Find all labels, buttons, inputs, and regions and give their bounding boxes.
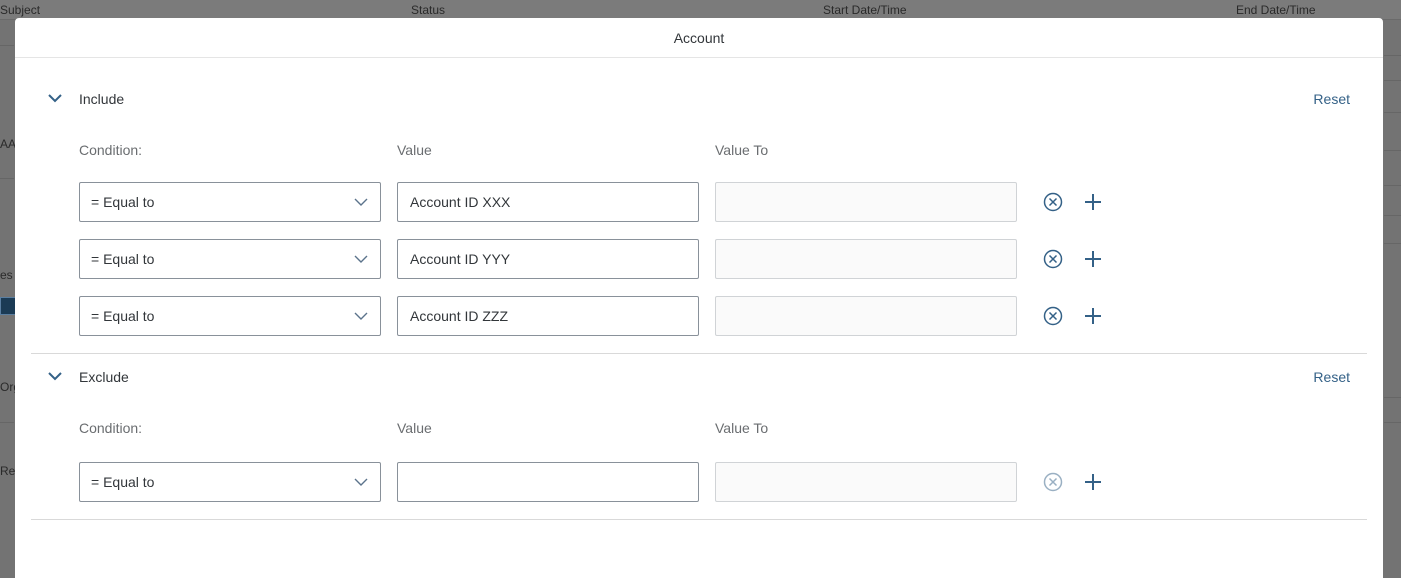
condition-select[interactable]: = Equal to <box>79 296 381 336</box>
value-input[interactable] <box>397 296 699 336</box>
include-header: Include Reset <box>31 76 1367 120</box>
bg-checkbox <box>0 297 16 315</box>
bg-divider <box>1384 112 1401 113</box>
value-to-label: Value To <box>715 142 769 158</box>
condition-label: Condition: <box>79 142 143 158</box>
bg-fragment: es <box>0 268 13 282</box>
bg-divider <box>1384 422 1401 423</box>
value-input[interactable] <box>397 182 699 222</box>
chevron-down-icon <box>354 478 368 486</box>
remove-row-icon[interactable] <box>1042 305 1064 327</box>
condition-select-value: = Equal to <box>91 308 155 324</box>
bg-column-start: Start Date/Time <box>823 3 907 17</box>
exclude-reset-link[interactable]: Reset <box>1313 369 1350 385</box>
bg-divider <box>0 178 14 179</box>
chevron-down-icon <box>354 198 368 206</box>
add-row-icon[interactable] <box>1082 305 1104 327</box>
condition-select[interactable]: = Equal to <box>79 462 381 502</box>
bg-divider <box>0 422 14 423</box>
include-title: Include <box>79 91 125 107</box>
add-row-icon[interactable] <box>1082 248 1104 270</box>
chevron-down-icon[interactable] <box>47 90 63 106</box>
exclude-row: = Equal to <box>79 462 1179 502</box>
remove-row-icon[interactable] <box>1042 191 1064 213</box>
value-label: Value <box>397 420 432 436</box>
add-row-icon[interactable] <box>1082 471 1104 493</box>
condition-label: Condition: <box>79 420 143 436</box>
background-table-header: Subject Status Start Date/Time End Date/… <box>0 0 1401 20</box>
bg-column-end: End Date/Time <box>1236 3 1316 17</box>
bg-column-status: Status <box>411 3 446 17</box>
exclude-header: Exclude Reset <box>31 354 1367 398</box>
include-row: = Equal to <box>79 182 1179 222</box>
include-row: = Equal to <box>79 296 1179 336</box>
chevron-down-icon <box>354 255 368 263</box>
bg-divider <box>1384 150 1401 151</box>
condition-select-value: = Equal to <box>91 251 155 267</box>
exclude-title: Exclude <box>79 369 129 385</box>
remove-row-icon <box>1043 472 1063 492</box>
condition-select-value: = Equal to <box>91 474 155 490</box>
value-to-input[interactable] <box>715 239 1017 279</box>
bg-column-subject: Subject <box>0 3 41 17</box>
bg-divider <box>1384 80 1401 81</box>
bg-divider <box>0 45 14 46</box>
bg-divider <box>1384 215 1401 216</box>
add-row-icon[interactable] <box>1082 191 1104 213</box>
value-to-label: Value To <box>715 420 769 436</box>
bg-divider <box>1384 243 1401 244</box>
chevron-down-icon[interactable] <box>47 368 63 384</box>
include-reset-link[interactable]: Reset <box>1313 91 1350 107</box>
value-help-dialog: Account Include Reset Condition: Value V… <box>15 18 1383 578</box>
include-section: Include Reset Condition: Value Value To … <box>31 76 1367 354</box>
bg-divider <box>1384 55 1401 56</box>
bg-divider <box>1384 397 1401 398</box>
condition-select[interactable]: = Equal to <box>79 239 381 279</box>
exclude-section: Exclude Reset Condition: Value Value To … <box>31 354 1367 520</box>
value-input[interactable] <box>397 462 699 502</box>
value-to-input[interactable] <box>715 462 1017 502</box>
include-row: = Equal to <box>79 239 1179 279</box>
condition-select[interactable]: = Equal to <box>79 182 381 222</box>
value-to-input[interactable] <box>715 296 1017 336</box>
chevron-down-icon <box>354 312 368 320</box>
value-input[interactable] <box>397 239 699 279</box>
value-label: Value <box>397 142 432 158</box>
bg-fragment: AA <box>0 137 17 151</box>
remove-row-icon[interactable] <box>1042 248 1064 270</box>
value-to-input[interactable] <box>715 182 1017 222</box>
bg-divider <box>1384 185 1401 186</box>
dialog-title: Account <box>15 18 1383 58</box>
condition-select-value: = Equal to <box>91 194 155 210</box>
